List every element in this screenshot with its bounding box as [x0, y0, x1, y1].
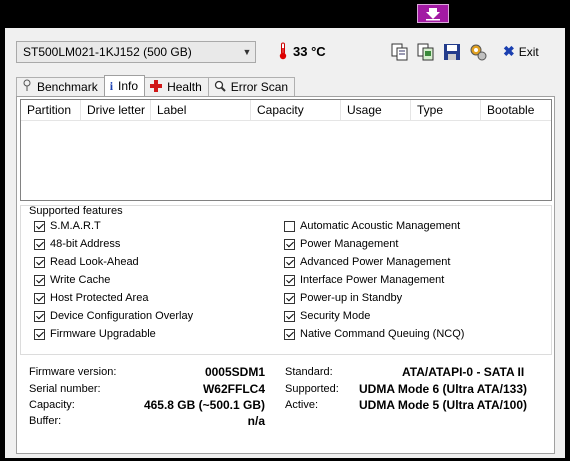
drive-select[interactable]: ST500LM021-1KJ152 (500 GB) ▼ [16, 41, 256, 63]
tab-health[interactable]: Health [144, 77, 209, 96]
checkbox-left-2[interactable] [34, 256, 45, 268]
column-header[interactable]: Label [151, 100, 251, 120]
column-header[interactable]: Bootable [481, 100, 551, 120]
feature-label: Advanced Power Management [300, 256, 451, 268]
checkbox-right-5[interactable] [284, 310, 295, 322]
checkbox-left-1[interactable] [34, 238, 45, 250]
feature-label: Interface Power Management [300, 274, 445, 286]
tab-benchmark[interactable]: Benchmark [16, 77, 105, 96]
feature-label: Device Configuration Overlay [50, 310, 194, 322]
column-header[interactable]: Usage [341, 100, 411, 120]
partition-table[interactable]: Partition Drive letter Label Capacity Us… [20, 99, 552, 201]
thermometer-icon [279, 42, 287, 60]
column-header[interactable]: Type [411, 100, 481, 120]
buffer-label: Buffer: [29, 415, 62, 427]
feature-label: Host Protected Area [50, 292, 149, 304]
partition-table-header: Partition Drive letter Label Capacity Us… [21, 100, 551, 121]
checkbox-left-6[interactable] [34, 328, 45, 340]
feature-checkbox[interactable]: Automatic Acoustic Management [284, 220, 460, 232]
tab-health-label: Health [167, 80, 202, 94]
drive-select-value: ST500LM021-1KJ152 (500 GB) [23, 45, 192, 59]
checkbox-right-6[interactable] [284, 328, 295, 340]
save-icon[interactable] [442, 42, 462, 62]
firmware-label: Firmware version: [29, 366, 117, 378]
temperature-display: 33 °C [279, 42, 326, 60]
buffer-value: n/a [247, 414, 265, 428]
feature-checkbox[interactable]: S.M.A.R.T [34, 220, 101, 232]
feature-label: Firmware Upgradable [50, 328, 156, 340]
standard-label: Standard: [285, 366, 333, 378]
checkbox-left-0[interactable] [34, 220, 45, 232]
copy-icon[interactable] [390, 42, 410, 62]
feature-checkbox[interactable]: Native Command Queuing (NCQ) [284, 328, 464, 340]
supported-label: Supported: [285, 383, 339, 395]
standard-value: ATA/ATAPI-0 - SATA II [402, 365, 525, 379]
feature-checkbox[interactable]: Advanced Power Management [284, 256, 450, 268]
feature-checkbox[interactable]: Power Management [284, 238, 398, 250]
checkbox-right-2[interactable] [284, 256, 295, 268]
hdtune-window: ST500LM021-1KJ152 (500 GB) ▼ 33 °C ✖ Exi… [5, 28, 565, 458]
feature-label: Write Cache [50, 274, 111, 286]
active-label: Active: [285, 399, 319, 411]
temperature-value: 33 °C [293, 43, 326, 59]
magnifier-icon [214, 80, 226, 95]
info-panel: Partition Drive letter Label Capacity Us… [16, 96, 555, 454]
feature-checkbox[interactable]: Security Mode [284, 310, 370, 322]
serial-label: Serial number: [29, 383, 101, 395]
capacity-label: Capacity: [29, 399, 75, 411]
supported-value: UDMA Mode 6 (Ultra ATA/133) [359, 382, 528, 396]
tab-benchmark-label: Benchmark [37, 80, 98, 94]
feature-checkbox[interactable]: Read Look-Ahead [34, 256, 139, 268]
exit-label: Exit [518, 44, 539, 59]
feature-checkbox[interactable]: Power-up in Standby [284, 292, 402, 304]
column-header[interactable]: Partition [21, 100, 81, 120]
checkbox-right-0[interactable] [284, 220, 295, 232]
feature-checkbox[interactable]: Interface Power Management [284, 274, 444, 286]
drive-info-section: Firmware version: 0005SDM1 Serial number… [20, 359, 552, 443]
serial-value: W62FFLC4 [202, 382, 265, 396]
feature-label: Read Look-Ahead [50, 256, 139, 268]
download-button[interactable] [417, 4, 449, 23]
feature-checkbox[interactable]: Device Configuration Overlay [34, 310, 193, 322]
feature-checkbox[interactable]: 48-bit Address [34, 238, 120, 250]
benchmark-icon [22, 79, 32, 95]
column-header[interactable]: Drive letter [81, 100, 151, 120]
feature-checkbox[interactable]: Firmware Upgradable [34, 328, 156, 340]
checkbox-left-5[interactable] [34, 310, 45, 322]
supported-features-title: Supported features [29, 205, 123, 217]
chevron-down-icon[interactable]: ▼ [239, 47, 255, 57]
tab-error-scan[interactable]: Error Scan [207, 77, 296, 96]
active-value: UDMA Mode 5 (Ultra ATA/100) [359, 398, 528, 412]
feature-label: Automatic Acoustic Management [300, 220, 461, 232]
copy-screenshot-icon[interactable] [416, 42, 436, 62]
download-arrow-icon [426, 8, 440, 21]
supported-features-group: Supported features S.M.A.R.T 48-bit Addr… [20, 205, 552, 355]
capacity-value: 465.8 GB (~500.1 GB) [143, 398, 265, 412]
checkbox-left-4[interactable] [34, 292, 45, 304]
feature-checkbox[interactable]: Host Protected Area [34, 292, 148, 304]
feature-label: Security Mode [300, 310, 371, 322]
health-icon [150, 79, 163, 95]
checkbox-right-4[interactable] [284, 292, 295, 304]
feature-label: S.M.A.R.T [50, 220, 101, 232]
feature-label: Power Management [300, 238, 399, 250]
tab-info-label: Info [118, 79, 139, 93]
feature-checkbox[interactable]: Write Cache [34, 274, 110, 286]
firmware-value: 0005SDM1 [204, 365, 265, 379]
close-icon: ✖ [503, 43, 515, 59]
checkbox-right-3[interactable] [284, 274, 295, 286]
options-icon[interactable] [468, 42, 488, 62]
feature-label: Native Command Queuing (NCQ) [300, 328, 465, 340]
checkbox-right-1[interactable] [284, 238, 295, 250]
feature-label: 48-bit Address [50, 238, 121, 250]
info-icon: i [109, 78, 114, 93]
feature-label: Power-up in Standby [300, 292, 403, 304]
tab-info[interactable]: i Info [103, 75, 146, 96]
checkbox-left-3[interactable] [34, 274, 45, 286]
tab-error-scan-label: Error Scan [230, 80, 289, 94]
exit-button[interactable]: ✖ Exit [503, 43, 539, 60]
tab-bar: Benchmark i Info Health Error Scan [16, 75, 296, 97]
column-header[interactable]: Capacity [251, 100, 341, 120]
